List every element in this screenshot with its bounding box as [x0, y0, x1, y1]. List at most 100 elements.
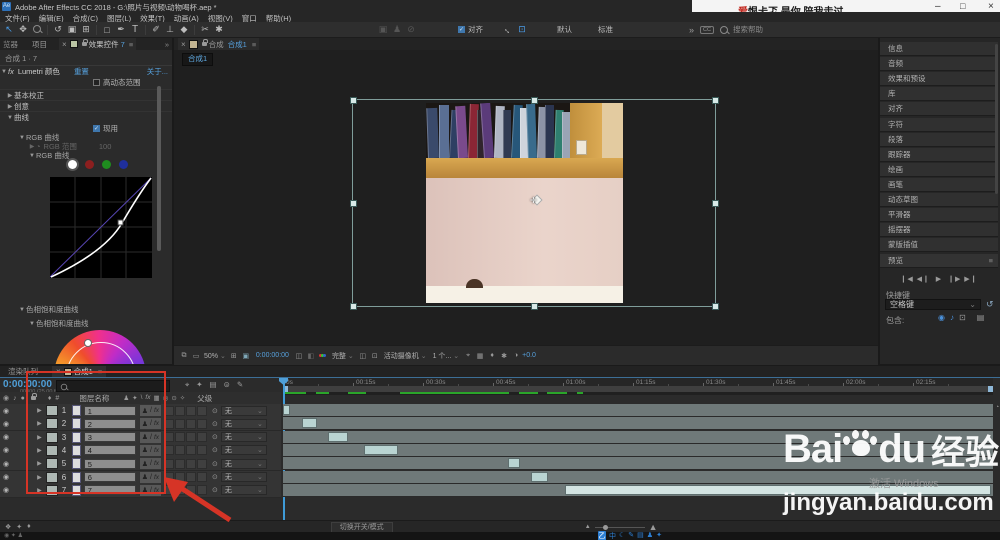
fast-preview-icon[interactable]: ▦	[474, 352, 486, 360]
play-button[interactable]: ▶	[936, 275, 942, 283]
layer-expander-icon[interactable]: ▶	[37, 447, 42, 454]
selection-handle[interactable]	[350, 303, 357, 310]
selection-tool-icon[interactable]: ↖	[2, 24, 16, 35]
region-icon[interactable]: ◫	[357, 352, 369, 360]
cache-icon[interactable]: ▤	[977, 313, 985, 322]
selection-handle[interactable]	[531, 97, 538, 104]
comp-viewport[interactable]: 合成1 ✛	[174, 50, 878, 345]
tab-timeline-comp[interactable]: × 合成1 ≡	[52, 366, 107, 377]
expand-layer-switches-icon[interactable]: ❖	[5, 523, 11, 531]
panel-item-10[interactable]: 动态草图	[880, 193, 998, 207]
ime-keyboard-icon[interactable]: ▤	[637, 531, 644, 540]
flowchart-icon[interactable]: ⧉	[178, 352, 190, 360]
tab-render-queue[interactable]: 渲染队列	[8, 366, 38, 377]
parent-select[interactable]: 无 ⌄	[220, 405, 267, 416]
hue-wheel[interactable]	[0, 330, 172, 364]
layer-expander-icon[interactable]: ▶	[37, 474, 42, 481]
mask-toggle-icon[interactable]: ▣	[240, 352, 252, 360]
layer-visibility-icon[interactable]: ◉	[3, 433, 9, 441]
hue-sat-row-1[interactable]: ▼ 色相饱和度曲线	[0, 304, 172, 315]
camera-select[interactable]: 活动摄像机 ⌄	[384, 351, 427, 361]
layer-track-1[interactable]	[283, 404, 993, 417]
tab-overflow-icon[interactable]: »	[165, 40, 169, 49]
panel-item-9[interactable]: 画笔	[880, 177, 998, 192]
layer-switches[interactable]: ♟ / fx	[138, 417, 163, 431]
align-checkbox[interactable]: ✓	[458, 26, 465, 33]
layer-name-field[interactable]: 4	[83, 445, 136, 456]
panel-item-7[interactable]: 跟踪器	[880, 147, 998, 162]
comp-marker-icon[interactable]: ◔	[995, 404, 999, 411]
close-button[interactable]: ×	[988, 1, 994, 12]
ime-user-icon[interactable]: ♟	[647, 531, 653, 540]
layer-name-field[interactable]: 1	[83, 405, 136, 416]
ime-moon-icon[interactable]: ☾	[619, 531, 625, 540]
pan-behind-tool-icon[interactable]: ⊞	[79, 24, 93, 35]
next-frame-button[interactable]: ❙▶	[948, 275, 961, 283]
expand-icon[interactable]: ↔	[500, 21, 517, 38]
layer-visibility-icon[interactable]: ◉	[3, 473, 9, 481]
parent-select[interactable]: 无 ⌄	[220, 418, 267, 429]
workspace-item-0[interactable]: 默认	[557, 24, 572, 35]
preview-panel-header[interactable]: 预览 ≡	[880, 254, 998, 268]
tab-browser[interactable]: 览器	[3, 39, 18, 50]
workspace-overflow[interactable]: »	[689, 25, 694, 35]
tab-close-icon[interactable]: ×	[56, 367, 61, 376]
about-link[interactable]: 关于...	[147, 66, 168, 77]
layer-duration-bar[interactable]	[531, 471, 548, 482]
clone-stamp-tool-icon[interactable]: ⊥	[163, 24, 177, 35]
layer-color-swatch[interactable]	[45, 444, 58, 456]
layer-duration-bar[interactable]	[364, 444, 398, 455]
timeline-zoom-slider[interactable]	[594, 524, 645, 530]
parent-column[interactable]: 父级	[197, 393, 212, 404]
selection-handle[interactable]	[350, 200, 357, 207]
layer-color-swatch[interactable]	[45, 484, 58, 496]
ime-logo-icon[interactable]: 乙	[598, 531, 606, 540]
layer-expander-icon[interactable]: ▶	[37, 407, 42, 414]
video-include-icon[interactable]: ◉	[938, 313, 945, 322]
viewer-tab[interactable]: 合成1	[182, 53, 214, 66]
panel-item-5[interactable]: 字符	[880, 117, 998, 132]
layer-color-swatch[interactable]	[45, 405, 58, 416]
selection-handle[interactable]	[531, 303, 538, 310]
maximize-button[interactable]: □	[960, 1, 965, 11]
layer-track-6[interactable]	[283, 470, 993, 484]
layer-row-3[interactable]: ◉ ▶ 3 3 ♟ / fx ⊙ 无 ⌄	[0, 430, 281, 445]
layer-duration-bar[interactable]	[283, 405, 290, 415]
audio-include-icon[interactable]: ♪	[950, 313, 954, 322]
layer-expander-icon[interactable]: ▶	[37, 460, 42, 467]
transparency-grid-icon[interactable]: ⊡	[369, 352, 381, 360]
parent-pickwhip-icon[interactable]: ⊙	[212, 486, 218, 494]
panel-item-0[interactable]: 信息	[880, 42, 998, 56]
ime-wrench-icon[interactable]: ✦	[656, 531, 662, 540]
layer-name-field[interactable]: 5	[83, 458, 136, 469]
panel-item-3[interactable]: 库	[880, 87, 998, 102]
layer-row-4[interactable]: ◉ ▶ 4 4 ♟ / fx ⊙ 无 ⌄	[0, 443, 281, 458]
reset-preview-icon[interactable]: ↺	[986, 299, 994, 310]
layer-track-5[interactable]	[283, 457, 993, 471]
layer-switches[interactable]: ♟ / fx	[138, 443, 163, 457]
tab-effect-controls[interactable]: × 效果控件 7 ≡	[59, 38, 137, 50]
monitor-icon[interactable]: ▭	[190, 352, 202, 360]
layer-color-swatch[interactable]	[45, 431, 58, 443]
panel-item-8[interactable]: 绘画	[880, 162, 998, 177]
lock-icon[interactable]	[81, 39, 88, 46]
region-of-interest-icon[interactable]: ⊡	[515, 24, 529, 35]
resolution-select[interactable]: 完整 ⌄	[332, 351, 354, 361]
eraser-tool-icon[interactable]: ◆	[177, 24, 191, 35]
layer-duration-bar[interactable]	[565, 484, 991, 495]
layer-row-5[interactable]: ◉ ▶ 5 5 ♟ / fx ⊙ 无 ⌄	[0, 457, 281, 472]
panel-menu-icon[interactable]: ≡	[98, 367, 102, 376]
selection-handle[interactable]	[712, 97, 719, 104]
layer-visibility-icon[interactable]: ◉	[3, 446, 9, 454]
selection-handle[interactable]	[712, 303, 719, 310]
overlays-include-icon[interactable]: ⊡	[959, 313, 966, 322]
group-curves-row[interactable]: ▼ 曲线	[0, 111, 172, 123]
layer-switches[interactable]: ♟ / fx	[138, 430, 163, 444]
panel-item-11[interactable]: 平滑器	[880, 208, 998, 223]
layer-visibility-icon[interactable]: ◉	[3, 420, 9, 428]
channel-blue-dot[interactable]	[119, 160, 128, 169]
comp-flowchart-icon[interactable]: ✱	[498, 352, 510, 360]
layer-name-column[interactable]: 图层名称	[79, 393, 109, 404]
channels-icon[interactable]	[317, 354, 329, 357]
toggle-switches-modes-button[interactable]: 切换开关/模式	[330, 521, 393, 533]
